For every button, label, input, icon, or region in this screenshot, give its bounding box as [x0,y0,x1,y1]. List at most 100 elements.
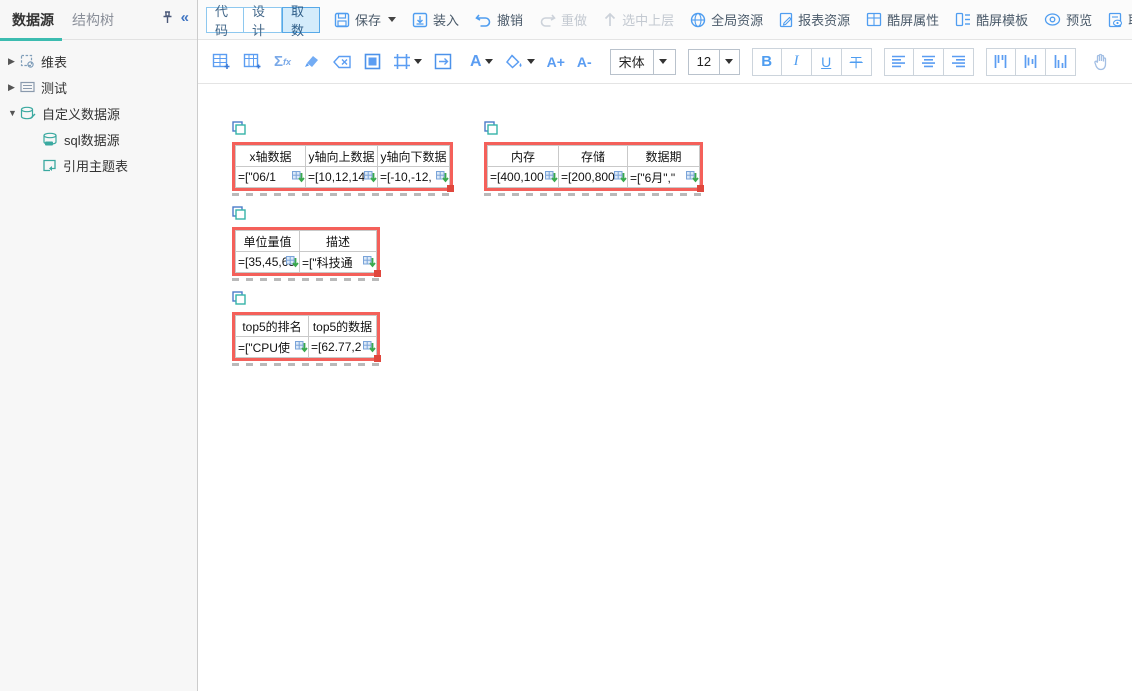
screen-template-button[interactable]: 酷屏模板 [955,10,1028,29]
save-button[interactable]: 保存 [334,10,396,29]
formula-cell[interactable]: =[400,100 [488,167,559,188]
float-window-icon[interactable] [232,121,453,140]
drill-data-icon[interactable] [295,341,308,357]
resize-handle[interactable] [374,270,381,277]
header-cell[interactable]: 单位量值 [236,231,300,252]
insert-row-button[interactable] [212,53,231,70]
font-color-caret-icon[interactable] [485,59,493,64]
fill-color-button[interactable] [505,54,535,70]
float-window-icon[interactable] [232,291,380,310]
float-window-icon[interactable] [232,206,380,225]
tree-item-theme-table[interactable]: 引用主题表 [0,152,197,178]
pan-hand-icon[interactable] [1092,53,1110,71]
header-cell[interactable]: top5的数据 [309,316,377,337]
formula-cell[interactable]: =[62.77,2 [309,337,377,358]
valign-bottom-button[interactable] [1046,48,1076,76]
selection-border[interactable]: x轴数据 y轴向上数据 y轴向下数据 =["06/1 =[10,12,14 =[… [232,142,453,191]
strikethrough-button[interactable]: 干 [842,48,872,76]
resize-handle[interactable] [697,185,704,192]
selection-border[interactable]: 内存 存储 数据期 =[400,100 =[200,800 =["6月"," [484,142,703,191]
header-cell[interactable]: 描述 [300,231,377,252]
clear-content-button[interactable] [333,55,352,69]
align-center-button[interactable] [914,48,944,76]
tree-item-dim-table[interactable]: ▶ 维表 [0,48,197,74]
redo-button[interactable]: 重做 [539,10,587,29]
drill-data-icon[interactable] [292,171,305,187]
formula-cell[interactable]: =["06/1 [236,167,306,188]
valign-middle-button[interactable] [1016,48,1046,76]
format-painter-button[interactable] [303,54,321,70]
formula-cell[interactable]: =["CPU使 [236,337,309,358]
screen-properties-button[interactable]: 酷屏属性 [866,10,939,29]
font-family-select[interactable]: 宋体 [610,49,676,75]
merge-cell-button[interactable] [434,53,452,70]
decrease-font-button[interactable]: A- [577,54,592,70]
formula-cell[interactable]: =[200,800 [559,167,628,188]
formula-cell[interactable]: =["6月"," [628,167,700,188]
header-cell[interactable]: y轴向下数据 [378,146,450,167]
selection-border[interactable]: top5的排名 top5的数据 =["CPU使 =[62.77,2 [232,312,380,361]
expand-collapsed-icon[interactable]: ▶ [8,82,20,93]
font-color-button[interactable]: A [470,53,493,71]
report-resources-button[interactable]: 报表资源 [779,10,850,29]
tree-item-sql-datasource[interactable]: sql数据源 [0,126,197,152]
fill-color-caret-icon[interactable] [527,59,535,64]
border-caret-icon[interactable] [414,59,422,64]
load-button[interactable]: 装入 [412,10,459,29]
collapse-panel-icon[interactable]: « [181,10,189,25]
bold-button[interactable]: B [752,48,782,76]
fetch-preview-button[interactable]: 取数预览 [1108,10,1132,29]
header-cell[interactable]: 内存 [488,146,559,167]
resize-handle[interactable] [447,185,454,192]
align-left-button[interactable] [884,48,914,76]
font-family-caret-icon[interactable] [653,50,673,74]
font-size-select[interactable]: 12 [688,49,740,75]
pin-icon[interactable] [162,11,173,24]
expand-collapsed-icon[interactable]: ▶ [8,56,20,67]
header-cell[interactable]: top5的排名 [236,316,309,337]
expand-expanded-icon[interactable]: ▼ [8,108,20,118]
tab-datasource[interactable]: 数据源 [12,10,54,30]
undo-button[interactable]: 撤销 [475,10,523,29]
design-canvas[interactable]: x轴数据 y轴向上数据 y轴向下数据 =["06/1 =[10,12,14 =[… [199,85,1132,691]
sum-formula-button[interactable]: Σfx [274,53,291,70]
select-upper-layer-button[interactable]: 选中上层 [603,10,674,29]
mode-design-button[interactable]: 设计 [244,7,282,33]
tab-structure-tree[interactable]: 结构树 [72,10,114,30]
increase-font-button[interactable]: A+ [547,54,565,70]
drill-data-icon[interactable] [364,171,377,187]
mode-fetch-data-button[interactable]: 取数 [282,7,320,33]
italic-button[interactable]: I [782,48,812,76]
drill-data-icon[interactable] [545,171,558,187]
selection-border[interactable]: 单位量值 描述 =[35,45,65 =["科技通 [232,227,380,276]
header-cell[interactable]: y轴向上数据 [306,146,378,167]
insert-column-button[interactable] [243,53,262,70]
underline-button[interactable]: U [812,48,842,76]
header-cell[interactable]: 数据期 [628,146,700,167]
mode-code-button[interactable]: 代码 [206,7,244,33]
formula-cell[interactable]: =[-10,-12, [378,167,450,188]
float-table-axis-data[interactable]: x轴数据 y轴向上数据 y轴向下数据 =["06/1 =[10,12,14 =[… [232,121,453,196]
cell-style-button[interactable] [364,53,381,70]
drill-data-icon[interactable] [614,171,627,187]
float-table-unit-values[interactable]: 单位量值 描述 =[35,45,65 =["科技通 [232,206,380,281]
formula-cell[interactable]: =["科技通 [300,252,377,273]
tree-item-custom-datasource[interactable]: ▼ 自定义数据源 [0,100,197,126]
global-resources-button[interactable]: 全局资源 [690,10,763,29]
border-settings-button[interactable] [393,53,422,70]
formula-cell[interactable]: =[10,12,14 [306,167,378,188]
float-table-top5[interactable]: top5的排名 top5的数据 =["CPU使 =[62.77,2 [232,291,380,366]
valign-top-button[interactable] [986,48,1016,76]
resize-handle[interactable] [374,355,381,362]
tree-item-test[interactable]: ▶ 测试 [0,74,197,100]
align-right-button[interactable] [944,48,974,76]
float-window-icon[interactable] [484,121,703,140]
header-cell[interactable]: x轴数据 [236,146,306,167]
formula-cell[interactable]: =[35,45,65 [236,252,300,273]
font-size-caret-icon[interactable] [719,50,739,74]
drill-data-icon[interactable] [286,256,299,272]
save-dropdown-caret-icon[interactable] [388,17,396,22]
float-table-memory-storage[interactable]: 内存 存储 数据期 =[400,100 =[200,800 =["6月"," [484,121,703,196]
header-cell[interactable]: 存储 [559,146,628,167]
preview-button[interactable]: 预览 [1044,10,1092,29]
